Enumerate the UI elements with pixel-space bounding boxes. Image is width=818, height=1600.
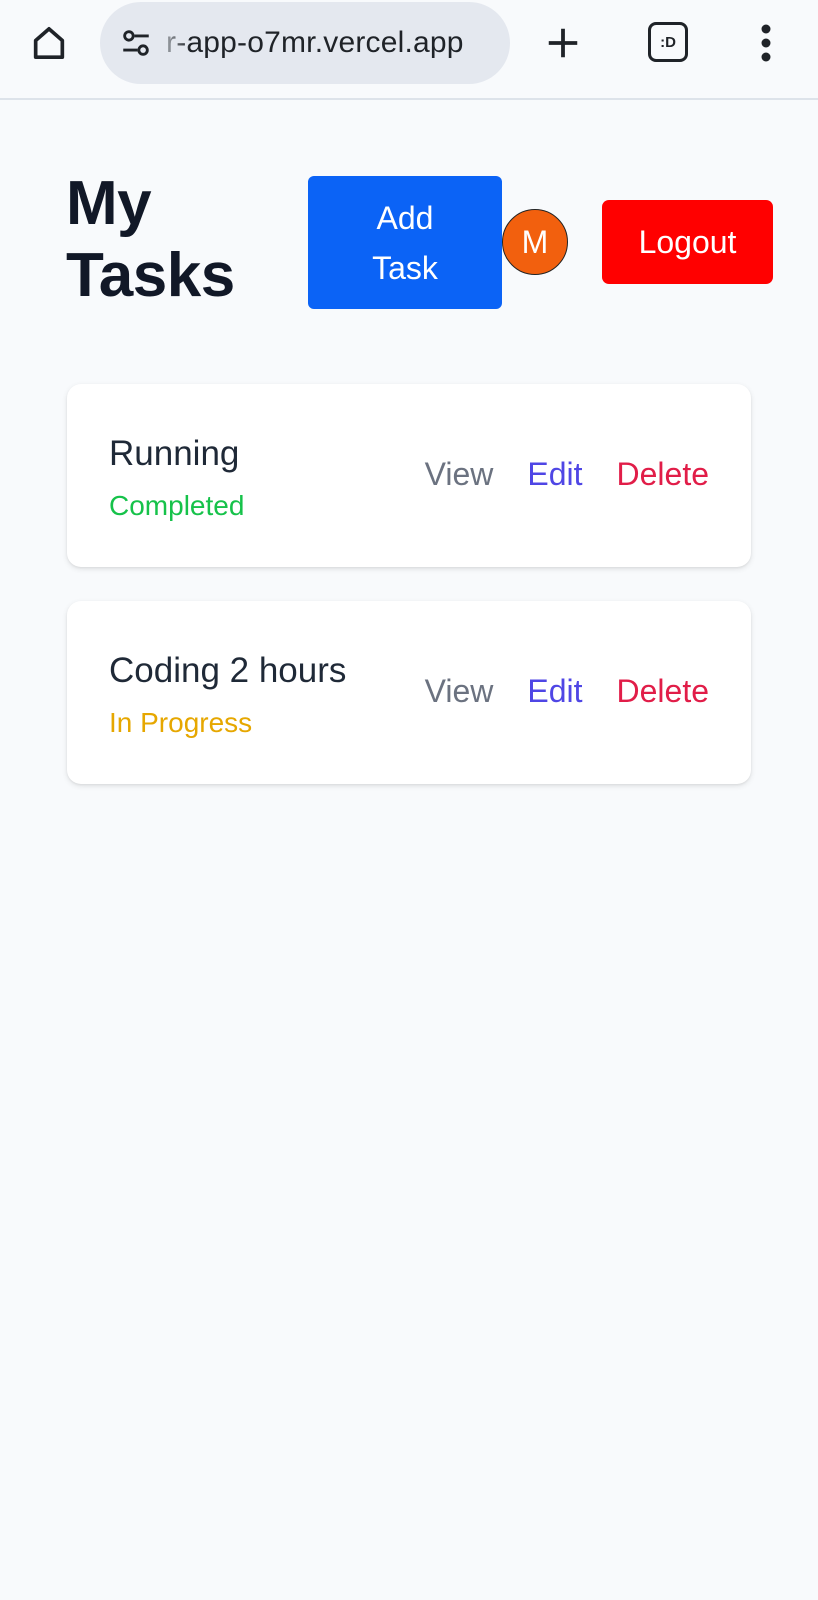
plus-icon (548, 28, 578, 58)
avatar[interactable]: M (502, 209, 568, 275)
view-link[interactable]: View (425, 456, 494, 493)
add-task-button[interactable]: Add Task (308, 176, 502, 309)
edit-link[interactable]: Edit (527, 673, 582, 710)
task-title: Running (109, 434, 240, 473)
more-vert-icon (761, 24, 771, 62)
task-actions: View Edit Delete (425, 673, 709, 710)
task-actions: View Edit Delete (425, 456, 709, 493)
browser-toolbar: r-app-o7mr.vercel.app :D (0, 0, 818, 100)
view-link[interactable]: View (425, 673, 494, 710)
delete-link[interactable]: Delete (617, 673, 710, 710)
new-tab-button[interactable] (540, 20, 586, 66)
task-title: Coding 2 hours (109, 651, 347, 690)
browser-menu-button[interactable] (752, 20, 780, 66)
tab-switcher-button[interactable]: :D (648, 22, 688, 62)
home-icon (33, 27, 65, 60)
task-card: Coding 2 hours In Progress View Edit Del… (67, 601, 751, 784)
tab-switcher-label: :D (660, 33, 676, 51)
home-button[interactable] (26, 20, 72, 66)
logout-button[interactable]: Logout (602, 200, 773, 284)
avatar-initial: M (521, 223, 549, 260)
delete-link[interactable]: Delete (617, 456, 710, 493)
url-text[interactable]: r-app-o7mr.vercel.app (166, 26, 464, 60)
page-title: My Tasks (66, 169, 235, 310)
edit-link[interactable]: Edit (527, 456, 582, 493)
task-status: In Progress (109, 707, 253, 738)
site-settings-icon[interactable] (116, 23, 156, 63)
address-bar[interactable]: r-app-o7mr.vercel.app (100, 2, 510, 84)
task-status: Completed (109, 490, 245, 521)
task-card: Running Completed View Edit Delete (67, 384, 751, 567)
